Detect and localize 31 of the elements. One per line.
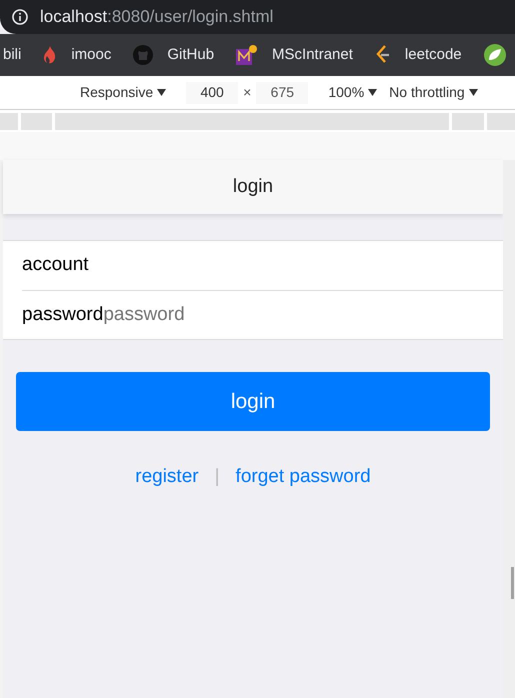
leaf-icon <box>484 44 506 66</box>
login-button[interactable]: login <box>16 372 490 431</box>
caret-icon <box>468 89 478 96</box>
height-field[interactable]: 675 <box>256 82 308 104</box>
header-title: login <box>232 174 274 199</box>
info-icon[interactable] <box>12 9 28 25</box>
field-label: account <box>22 253 89 278</box>
bookmark[interactable]: bili <box>3 44 22 66</box>
bookmark[interactable]: imooc <box>43 44 112 66</box>
width-field[interactable]: 400 <box>186 82 238 104</box>
forget-password-link[interactable]: forget password <box>236 463 371 492</box>
register-link[interactable]: register <box>135 463 199 492</box>
link-separator: | <box>214 465 220 489</box>
bookmark[interactable]: GitHub <box>133 44 214 66</box>
bookmark[interactable]: MScIntranet <box>236 44 353 66</box>
zoom-dropdown[interactable]: 100% <box>328 82 378 103</box>
flame-icon <box>43 46 58 64</box>
input-field[interactable]: password <box>103 300 503 330</box>
times-sign: × <box>243 83 252 102</box>
device-dropdown[interactable]: Responsive <box>80 82 166 103</box>
m-logo-icon <box>236 45 258 65</box>
bookmark[interactable]: leetcode <box>374 44 462 66</box>
address-bar[interactable]: localhost:8080/user/login.shtml <box>0 0 515 34</box>
url-text: localhost:8080/user/login.shtml <box>40 6 274 28</box>
caret-icon <box>157 89 166 96</box>
scrollbar-thumb[interactable] <box>511 567 514 599</box>
throttling-dropdown[interactable]: No throttling <box>389 82 478 103</box>
bookmark[interactable] <box>484 44 506 66</box>
field-label: password <box>22 302 104 327</box>
leetcode-logo-icon <box>374 45 391 65</box>
caret-icon <box>368 89 378 96</box>
